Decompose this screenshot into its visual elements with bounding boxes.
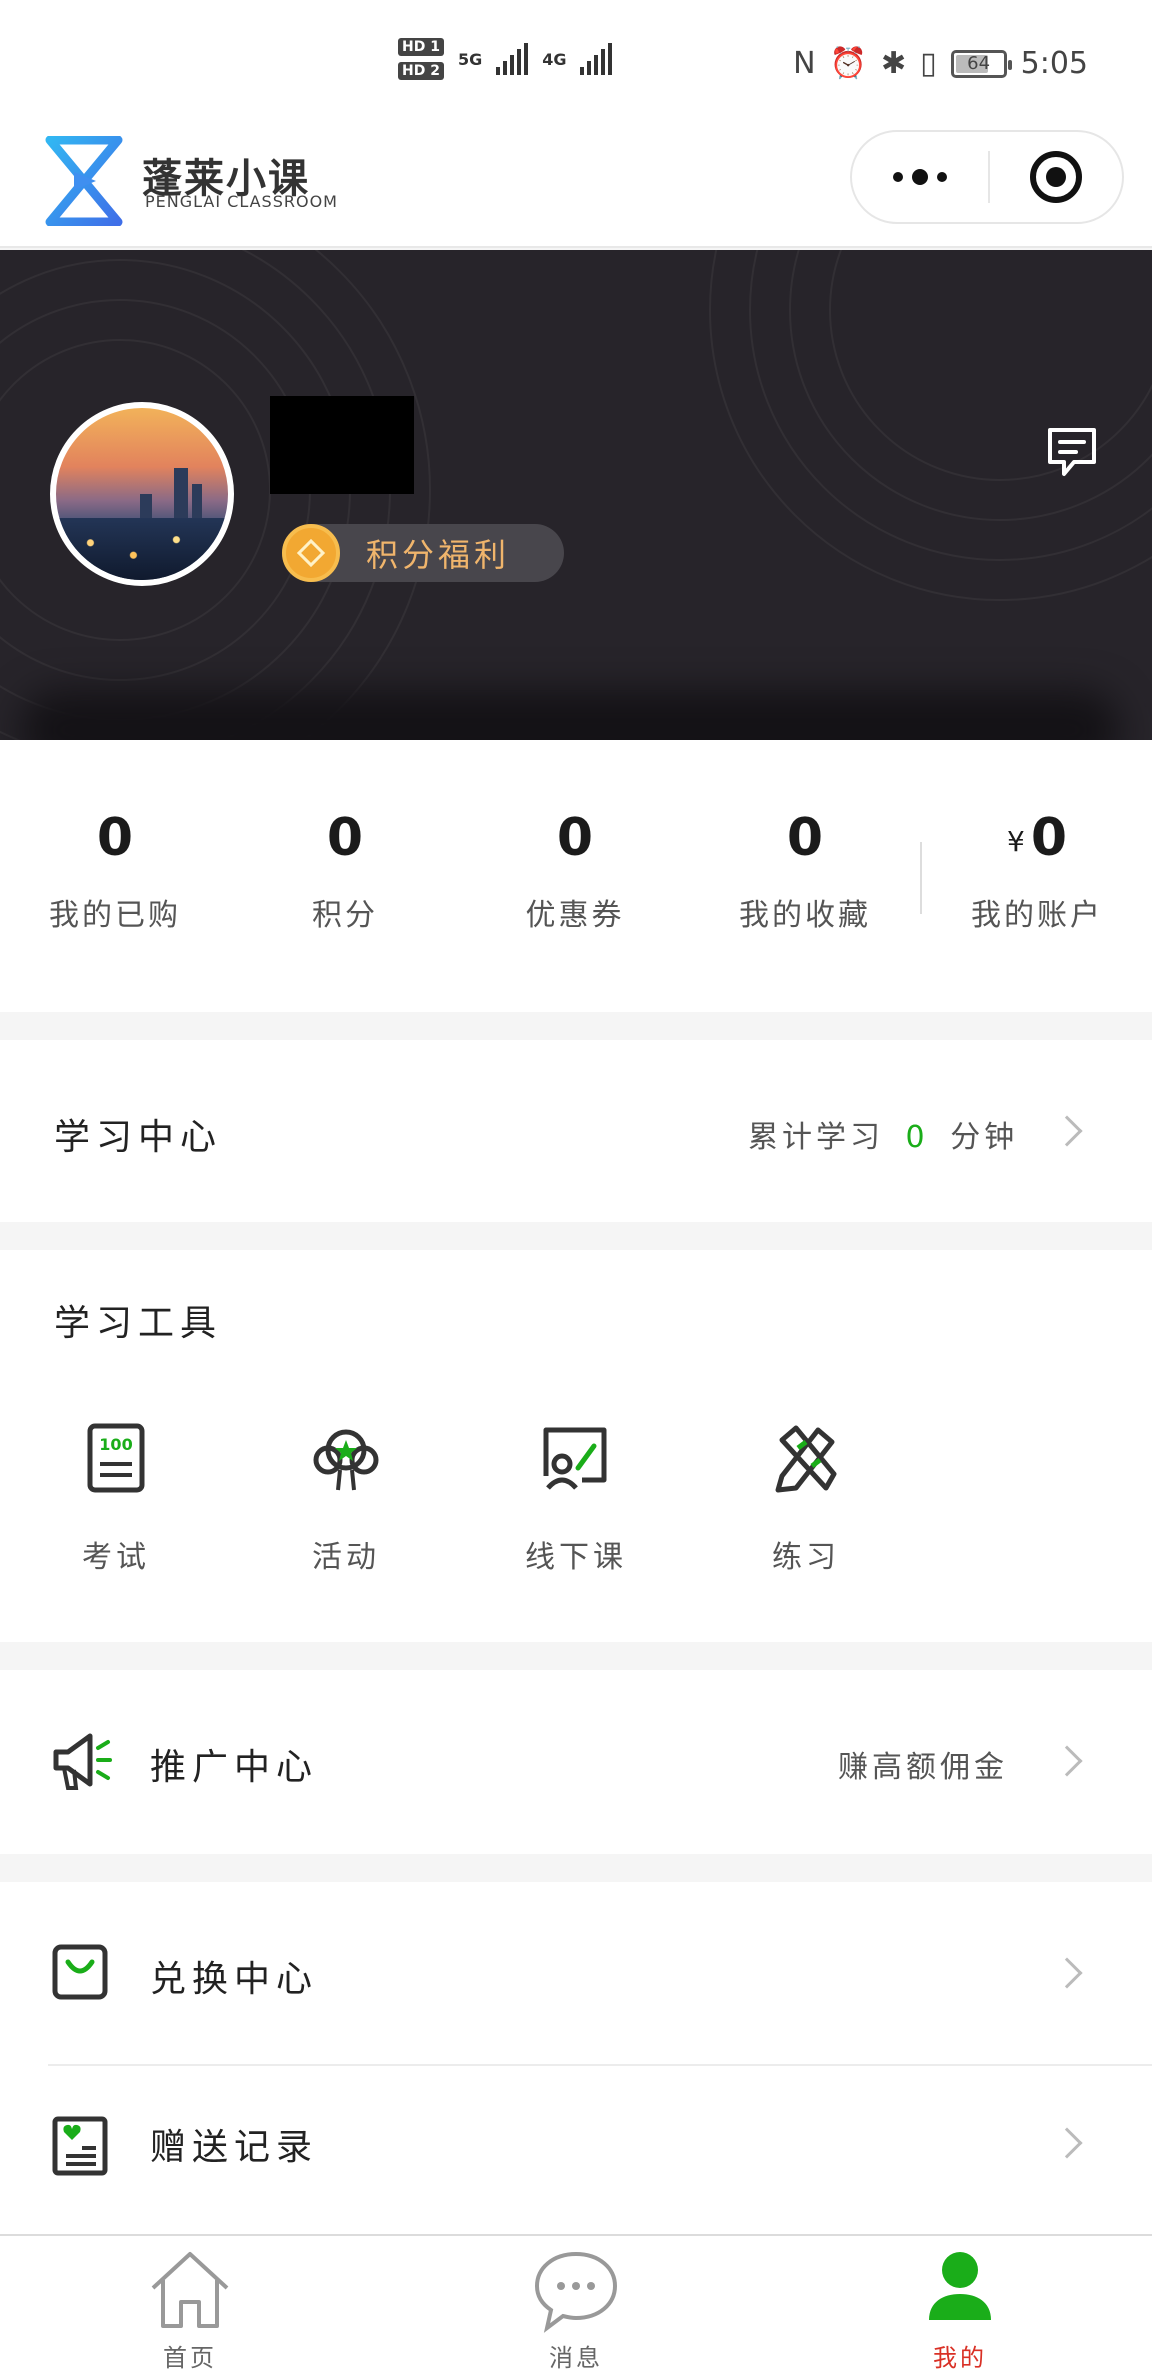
avatar[interactable] [50, 402, 234, 586]
chat-icon [534, 2251, 618, 2333]
tools-grid: 100 考试 活动 线下课 练习 [36, 1420, 936, 1600]
promotion-center-row[interactable]: 推广中心 赚高额佣金 [0, 1670, 1152, 1854]
username-redacted [270, 396, 414, 494]
brand-subtitle: PENGLAI CLASSROOM [145, 192, 338, 211]
exam-icon: 100 [87, 1423, 145, 1493]
tool-label: 活动 [312, 1540, 380, 1575]
menu-list: 兑换中心 赠送记录 [0, 1882, 1152, 2234]
menu-item-gift-record[interactable]: 赠送记录 [0, 2066, 1152, 2234]
chevron-right-icon [1051, 1115, 1083, 1147]
svg-text:100: 100 [99, 1435, 132, 1454]
activity-icon [313, 1429, 379, 1491]
learning-minutes: 0 [905, 1120, 929, 1155]
chevron-right-icon [1051, 1745, 1083, 1777]
learning-tools-title: 学习工具 [54, 1303, 223, 1344]
clock: 5:05 [1020, 46, 1088, 81]
learning-center-title: 学习中心 [54, 1117, 223, 1158]
learning-summary: 累计学习 0 分钟 [748, 1120, 1019, 1155]
points-welfare-button[interactable]: 积分福利 [282, 524, 564, 582]
tool-activity[interactable]: 活动 [266, 1420, 426, 1576]
tool-label: 线下课 [525, 1540, 627, 1575]
promotion-center-title: 推广中心 [150, 1747, 319, 1788]
currency-symbol: ¥ [1006, 825, 1025, 858]
nfc-icon: N [793, 46, 816, 81]
menu-item-label: 兑换中心 [150, 1959, 319, 2000]
promotion-hint: 赚高额佣金 [838, 1750, 1008, 1785]
chevron-right-icon [1051, 2127, 1083, 2159]
signal-bars-icon-2 [580, 43, 613, 75]
shopping-bag-icon [52, 1944, 108, 2000]
tool-practice[interactable]: 练习 [726, 1420, 886, 1576]
account-balance: 0 [1030, 808, 1067, 868]
tab-me[interactable]: 我的 [880, 2246, 1040, 2373]
network-5g-label: 5G [457, 49, 483, 69]
practice-icon [775, 1425, 837, 1493]
stats-divider [920, 842, 922, 914]
close-miniprogram-button[interactable] [990, 151, 1122, 203]
bottom-tab-bar: 首页 消息 我的 [0, 2234, 1152, 2376]
learning-center-row[interactable]: 学习中心 累计学习 0 分钟 [0, 1040, 1152, 1222]
signal-bars-icon [496, 43, 529, 75]
stats-panel: 0 我的已购 0 积分 0 优惠券 0 我的收藏 ¥0 我的账户 [0, 740, 1152, 1012]
tab-label: 首页 [163, 2344, 217, 2372]
hd1-badge: HD 1 [398, 38, 444, 56]
user-icon [929, 2252, 991, 2320]
offline-class-icon [543, 1427, 607, 1490]
hd2-badge: HD 2 [398, 62, 444, 80]
vibrate-icon: ▯ [920, 46, 937, 81]
tool-label: 练习 [772, 1540, 840, 1575]
gift-record-icon [52, 2116, 108, 2176]
miniprogram-capsule [850, 130, 1124, 224]
network-4g-label: 4G [542, 49, 567, 69]
menu-item-exchange[interactable]: 兑换中心 [0, 1882, 1152, 2064]
tool-offline-class[interactable]: 线下课 [496, 1420, 656, 1576]
bluetooth-icon: ✱ [880, 46, 907, 81]
learning-tools-card: 学习工具 100 考试 活动 线下课 练习 [0, 1250, 1152, 1642]
alarm-icon: ⏰ [829, 46, 867, 81]
tab-messages[interactable]: 消息 [496, 2246, 656, 2373]
battery-icon: 64 [950, 49, 1012, 78]
tool-label: 考试 [82, 1540, 150, 1575]
tab-label: 消息 [549, 2344, 603, 2372]
coin-icon [282, 524, 340, 582]
menu-item-label: 赠送记录 [150, 2127, 319, 2168]
more-options-button[interactable] [852, 132, 988, 222]
tool-exam[interactable]: 100 考试 [36, 1420, 196, 1576]
signal-indicators: HD 1 HD 2 5G 4G [398, 38, 613, 80]
brand-logo-icon [45, 136, 123, 226]
tab-home[interactable]: 首页 [110, 2246, 270, 2373]
target-icon [1030, 151, 1082, 203]
status-right: N ⏰ ✱ ▯ 64 5:05 [793, 46, 1088, 81]
tab-label: 我的 [933, 2344, 987, 2372]
points-welfare-label: 积分福利 [366, 536, 511, 574]
chevron-right-icon [1051, 1957, 1083, 1989]
megaphone-icon [53, 1733, 112, 1790]
home-icon [151, 2252, 229, 2328]
message-icon[interactable] [1044, 424, 1100, 480]
